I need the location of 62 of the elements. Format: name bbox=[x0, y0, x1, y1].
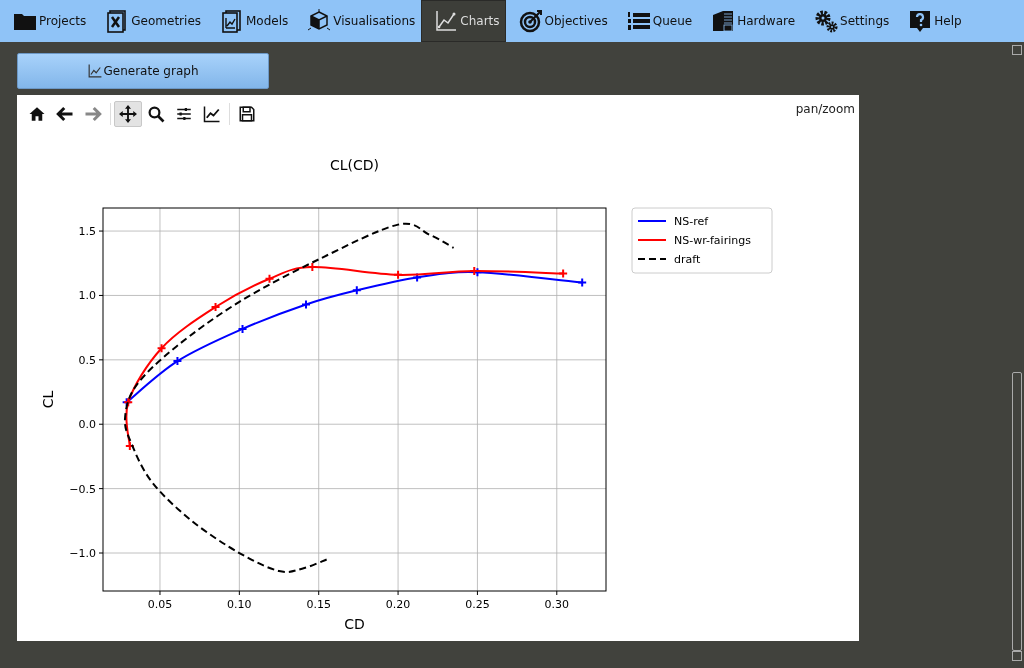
tab[interactable]: Settings bbox=[801, 0, 896, 42]
gears-icon bbox=[814, 9, 839, 33]
legend-label: draft bbox=[674, 253, 701, 266]
line-chart-icon bbox=[87, 64, 102, 78]
move-icon bbox=[119, 104, 137, 123]
data-point bbox=[210, 302, 221, 313]
data-point bbox=[172, 356, 183, 367]
tab[interactable]: Objectives bbox=[505, 0, 614, 42]
tab[interactable]: Models bbox=[207, 0, 295, 42]
data-point bbox=[307, 262, 318, 273]
help-icon bbox=[908, 9, 933, 33]
data-point bbox=[237, 323, 248, 334]
tick-label: 0.10 bbox=[227, 598, 252, 611]
tab[interactable]: Geometries bbox=[92, 0, 207, 42]
tick-label: 0.5 bbox=[78, 353, 96, 367]
right-arrow-icon bbox=[84, 104, 102, 123]
scrollbar-thumb[interactable] bbox=[1012, 372, 1022, 651]
data-point bbox=[412, 272, 423, 283]
line-chart-icon bbox=[434, 9, 459, 33]
data-point bbox=[393, 269, 404, 280]
tick-label: 0.15 bbox=[306, 598, 331, 611]
data-point bbox=[351, 285, 362, 296]
generate-graph-button[interactable]: Generate graph bbox=[17, 53, 269, 89]
line-chart-icon bbox=[203, 104, 221, 123]
building-icon bbox=[711, 9, 736, 33]
target-icon bbox=[518, 9, 543, 33]
data-point bbox=[264, 273, 275, 284]
tick-label: 0.05 bbox=[147, 598, 173, 611]
tick-label: 0.0 bbox=[78, 418, 96, 432]
data-point bbox=[577, 277, 588, 288]
tab[interactable]: Projects bbox=[0, 0, 93, 42]
y-axis-label: CL bbox=[40, 390, 56, 409]
save-icon bbox=[238, 104, 256, 123]
tab[interactable]: Hardware bbox=[698, 0, 802, 42]
chart-document-icon bbox=[220, 9, 244, 33]
data-point bbox=[156, 343, 167, 354]
mode-label: pan/zoom bbox=[795, 101, 855, 118]
numbered-list-icon bbox=[626, 9, 651, 33]
tick-label: 0.20 bbox=[385, 598, 411, 611]
data-point bbox=[301, 299, 311, 310]
tick-label: 0.30 bbox=[544, 598, 570, 611]
chart-title: CL(CD) bbox=[329, 157, 380, 173]
tab[interactable]: Visualisations bbox=[294, 0, 422, 42]
x-axis-label: CD bbox=[344, 616, 365, 632]
legend-label: NS-wr-fairings bbox=[674, 234, 751, 247]
tab[interactable]: Queue bbox=[613, 0, 699, 42]
tick-label: 1.5 bbox=[78, 225, 96, 239]
legend-label: NS-ref bbox=[674, 215, 709, 228]
tick-label: 1.0 bbox=[78, 289, 96, 303]
tab[interactable]: Charts bbox=[421, 0, 506, 42]
cube-icon bbox=[307, 9, 332, 33]
search-icon bbox=[147, 104, 165, 123]
scroll-down-button[interactable] bbox=[1012, 651, 1022, 661]
data-point bbox=[124, 441, 135, 452]
scroll-up-button[interactable] bbox=[1012, 45, 1022, 55]
tick-label: −0.5 bbox=[69, 482, 96, 496]
toolbar-button[interactable] bbox=[114, 100, 142, 127]
left-arrow-icon bbox=[56, 104, 74, 123]
tick-label: 0.25 bbox=[465, 598, 490, 611]
tick-label: −1.0 bbox=[69, 547, 96, 560]
tab[interactable]: Help bbox=[895, 0, 968, 42]
data-point bbox=[558, 268, 569, 279]
